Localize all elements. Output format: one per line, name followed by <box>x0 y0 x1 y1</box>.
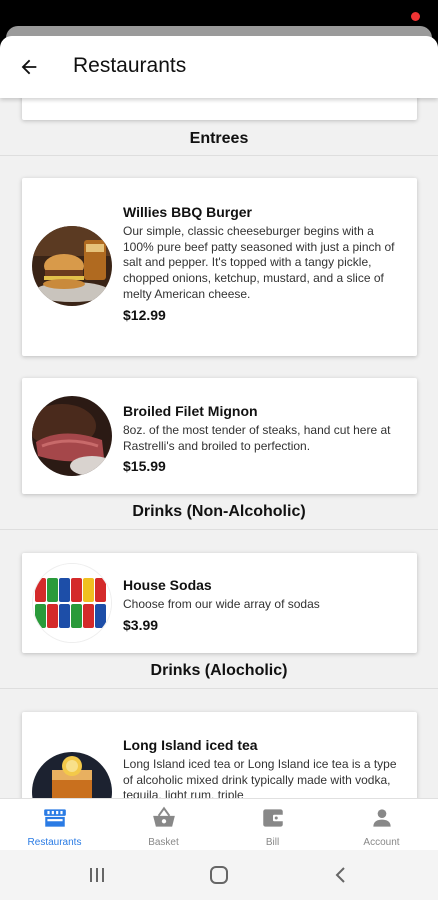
item-name: Long Island iced tea <box>123 737 258 753</box>
nav-basket[interactable]: Basket <box>109 799 218 850</box>
menu-card-previous[interactable] <box>22 98 417 120</box>
home-icon <box>210 866 228 884</box>
item-name: Willies BBQ Burger <box>123 204 253 220</box>
item-price: $15.99 <box>123 458 166 475</box>
menu-list[interactable]: Entrees Willies BBQ Burger Our simple, c… <box>0 98 438 798</box>
steak-photo <box>32 396 112 476</box>
recents-icon <box>90 868 104 882</box>
home-button[interactable] <box>199 862 239 888</box>
page-title: Restaurants <box>73 54 187 77</box>
app-bar: Restaurants <box>0 36 438 98</box>
item-price: $12.99 <box>123 306 166 323</box>
item-description: 8oz. of the most tender of steaks, hand … <box>123 423 391 453</box>
item-name: House Sodas <box>123 577 212 593</box>
item-description: Choose from our wide array of sodas <box>123 597 320 611</box>
status-bar <box>0 0 438 26</box>
menu-card-sodas[interactable]: House Sodas Choose from our wide array o… <box>22 553 417 653</box>
wallet-icon <box>262 809 284 827</box>
section-divider <box>0 155 438 156</box>
phone-screen: Restaurants Entrees Willies BBQ Burger O… <box>0 0 438 900</box>
bottom-navigation: Restaurants Basket Bill Account <box>0 798 438 850</box>
chevron-left-icon <box>335 867 345 883</box>
item-name: Broiled Filet Mignon <box>123 403 258 419</box>
section-divider <box>0 688 438 689</box>
basket-icon <box>152 806 175 827</box>
nav-account[interactable]: Account <box>327 799 436 850</box>
nav-label: Restaurants <box>27 837 82 848</box>
burger-photo <box>32 226 112 306</box>
section-title-drinks-alcoholic: Drinks (Alocholic) <box>150 662 288 679</box>
item-price: $3.99 <box>123 616 159 633</box>
menu-card-filet[interactable]: Broiled Filet Mignon 8oz. of the most te… <box>22 378 417 494</box>
recents-button[interactable] <box>77 862 117 888</box>
system-back-button[interactable] <box>321 862 361 888</box>
nav-label: Account <box>363 837 400 848</box>
notification-dot <box>411 12 420 21</box>
arrow-left-icon <box>21 59 37 75</box>
app-window: Restaurants Entrees Willies BBQ Burger O… <box>0 36 438 850</box>
item-description: Long Island iced tea or Long Island ice … <box>123 757 397 798</box>
soda-cans-photo <box>32 563 112 643</box>
back-button[interactable] <box>14 52 44 82</box>
section-title-entrees: Entrees <box>189 130 249 147</box>
item-description: Our simple, classic cheeseburger begins … <box>123 224 395 301</box>
person-icon <box>372 809 391 827</box>
section-divider <box>0 529 438 530</box>
nav-label: Bill <box>265 837 280 848</box>
system-navigation-bar <box>0 850 438 900</box>
nav-restaurants[interactable]: Restaurants <box>0 799 109 850</box>
storefront-icon <box>43 809 66 827</box>
nav-label: Basket <box>148 837 179 848</box>
menu-card-iced-tea[interactable]: Long Island iced tea Long Island iced te… <box>22 712 417 798</box>
iced-tea-photo <box>32 752 112 798</box>
section-title-drinks-non-alcoholic: Drinks (Non-Alcoholic) <box>132 503 306 520</box>
menu-card-burger[interactable]: Willies BBQ Burger Our simple, classic c… <box>22 178 417 356</box>
nav-bill[interactable]: Bill <box>218 799 327 850</box>
